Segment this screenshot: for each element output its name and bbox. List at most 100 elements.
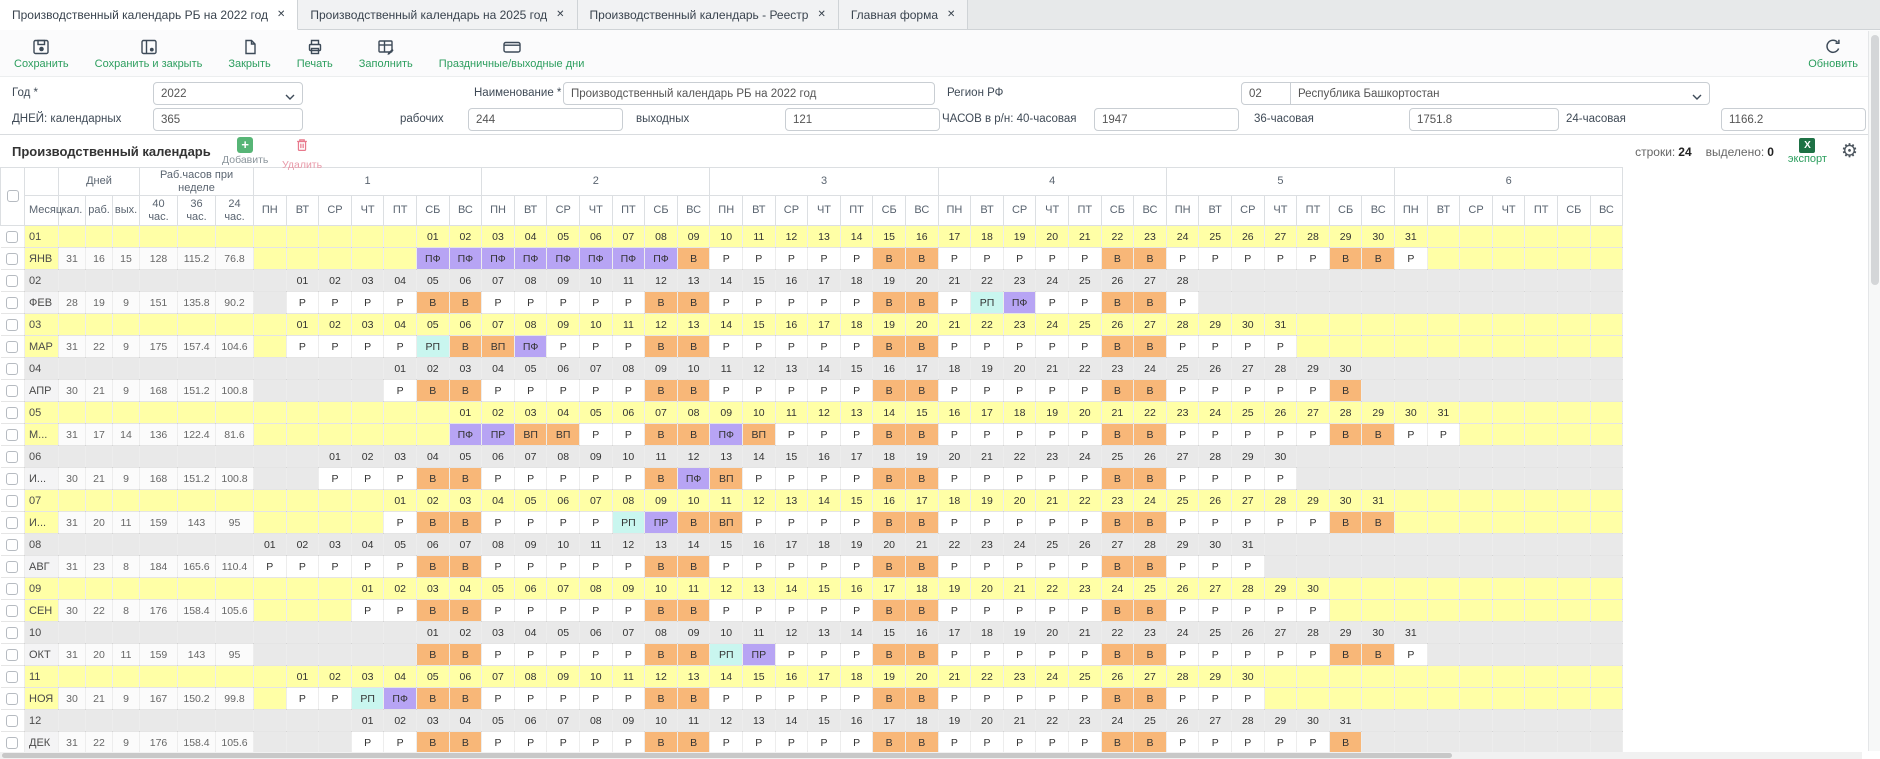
day-code-cell[interactable]: Р — [775, 380, 808, 402]
day-number-cell[interactable]: 28 — [1134, 534, 1167, 556]
day-number-cell[interactable]: 29 — [1199, 666, 1232, 688]
day-code-cell[interactable]: В — [416, 688, 449, 710]
day-number-cell[interactable]: 01 — [319, 446, 352, 468]
day-number-cell[interactable]: 05 — [416, 270, 449, 292]
day-number-cell[interactable]: 26 — [1264, 402, 1297, 424]
day-number-cell[interactable]: 08 — [547, 446, 580, 468]
day-code-cell[interactable]: В — [1101, 380, 1134, 402]
day-code-cell[interactable]: Р — [971, 644, 1004, 666]
day-code-cell[interactable] — [1395, 556, 1428, 578]
day-code-cell[interactable] — [286, 248, 319, 270]
day-code-cell[interactable] — [1297, 688, 1330, 710]
day-number-cell[interactable]: 20 — [1003, 358, 1036, 380]
day-code-cell[interactable]: В — [449, 380, 482, 402]
gear-icon[interactable]: ⚙ — [1841, 142, 1858, 161]
day-number-cell[interactable]: 20 — [1036, 622, 1069, 644]
day-number-cell[interactable]: 04 — [384, 666, 417, 688]
day-number-cell[interactable]: 22 — [1036, 578, 1069, 600]
day-number-cell[interactable]: 12 — [645, 314, 678, 336]
day-code-cell[interactable]: ПФ — [449, 424, 482, 446]
stat-cell[interactable]: 151.2 — [178, 468, 216, 490]
day-code-cell[interactable]: В — [677, 248, 710, 270]
stat-cell[interactable] — [178, 226, 216, 248]
day-code-cell[interactable] — [1427, 512, 1460, 534]
day-code-cell[interactable]: Р — [1166, 336, 1199, 358]
day-code-cell[interactable] — [254, 380, 287, 402]
day-number-cell[interactable]: 06 — [449, 270, 482, 292]
day-code-cell[interactable] — [1460, 468, 1493, 490]
day-number-cell[interactable]: 09 — [677, 622, 710, 644]
day-number-cell[interactable]: 26 — [1101, 270, 1134, 292]
stat-cell[interactable]: 21 — [86, 468, 113, 490]
day-code-cell[interactable]: Р — [1069, 292, 1102, 314]
day-number-cell[interactable]: 10 — [580, 270, 613, 292]
stat-cell[interactable]: 176 — [140, 600, 178, 622]
day-number-cell[interactable] — [1590, 534, 1623, 556]
day-number-cell[interactable]: 25 — [1232, 402, 1265, 424]
day-code-cell[interactable] — [1525, 380, 1558, 402]
day-code-cell[interactable]: Р — [351, 292, 384, 314]
stat-cell[interactable]: 115.2 — [178, 248, 216, 270]
day-number-cell[interactable]: 06 — [580, 226, 613, 248]
day-number-cell[interactable]: 28 — [1166, 314, 1199, 336]
day-number-cell[interactable]: 21 — [938, 314, 971, 336]
day-number-cell[interactable]: 03 — [449, 490, 482, 512]
day-code-cell[interactable]: Р — [808, 644, 841, 666]
row-checkbox-cell[interactable] — [1, 446, 25, 468]
day-number-cell[interactable] — [254, 270, 287, 292]
day-number-cell[interactable] — [1427, 534, 1460, 556]
day-code-cell[interactable]: Р — [580, 644, 613, 666]
day-code-cell[interactable]: В — [1362, 424, 1395, 446]
day-code-cell[interactable]: Р — [938, 336, 971, 358]
day-number-cell[interactable]: 07 — [547, 710, 580, 732]
stat-cell[interactable] — [140, 710, 178, 732]
day-code-cell[interactable]: Р — [514, 468, 547, 490]
day-number-cell[interactable] — [1297, 446, 1330, 468]
stat-cell[interactable] — [113, 622, 140, 644]
day-number-cell[interactable]: 07 — [612, 226, 645, 248]
day-code-cell[interactable]: Р — [710, 248, 743, 270]
day-number-cell[interactable] — [1590, 446, 1623, 468]
day-code-cell[interactable]: Р — [612, 556, 645, 578]
day-number-cell[interactable]: 02 — [449, 622, 482, 644]
day-code-cell[interactable] — [1395, 512, 1428, 534]
month-name-cell[interactable]: СЕН — [25, 600, 59, 622]
day-code-cell[interactable] — [1558, 600, 1591, 622]
day-code-cell[interactable]: В — [1134, 336, 1167, 358]
day-code-cell[interactable] — [254, 600, 287, 622]
day-number-cell[interactable]: 15 — [808, 578, 841, 600]
day-number-cell[interactable]: 26 — [1232, 226, 1265, 248]
day-number-cell[interactable] — [1590, 710, 1623, 732]
day-code-cell[interactable]: Р — [514, 380, 547, 402]
day-code-cell[interactable]: ВП — [482, 336, 515, 358]
day-code-cell[interactable]: ПФ — [547, 248, 580, 270]
day-code-cell[interactable] — [1427, 468, 1460, 490]
stat-cell[interactable] — [140, 666, 178, 688]
day-number-cell[interactable]: 16 — [840, 710, 873, 732]
day-code-cell[interactable] — [351, 644, 384, 666]
day-code-cell[interactable]: ПР — [743, 644, 776, 666]
day-number-cell[interactable]: 25 — [1134, 710, 1167, 732]
day-number-cell[interactable]: 29 — [1166, 534, 1199, 556]
day-number-cell[interactable]: 30 — [1199, 534, 1232, 556]
day-code-cell[interactable]: В — [1329, 380, 1362, 402]
day-code-cell[interactable]: Р — [547, 292, 580, 314]
day-code-cell[interactable]: РП — [351, 688, 384, 710]
day-code-cell[interactable] — [1329, 600, 1362, 622]
stat-cell[interactable] — [86, 490, 113, 512]
day-number-cell[interactable]: 23 — [1003, 666, 1036, 688]
day-code-cell[interactable]: Р — [840, 732, 873, 754]
day-code-cell[interactable] — [1460, 600, 1493, 622]
day-number-cell[interactable] — [254, 402, 287, 424]
day-number-cell[interactable]: 21 — [938, 666, 971, 688]
day-code-cell[interactable]: В — [645, 688, 678, 710]
day-code-cell[interactable]: В — [449, 600, 482, 622]
day-code-cell[interactable]: Р — [482, 512, 515, 534]
day-number-cell[interactable]: 08 — [645, 226, 678, 248]
day-number-cell[interactable]: 20 — [1003, 490, 1036, 512]
day-code-cell[interactable]: ВП — [514, 424, 547, 446]
day-number-cell[interactable] — [1492, 402, 1525, 424]
row-checkbox[interactable] — [6, 539, 18, 551]
day-code-cell[interactable]: В — [1329, 644, 1362, 666]
day-code-cell[interactable] — [1525, 468, 1558, 490]
